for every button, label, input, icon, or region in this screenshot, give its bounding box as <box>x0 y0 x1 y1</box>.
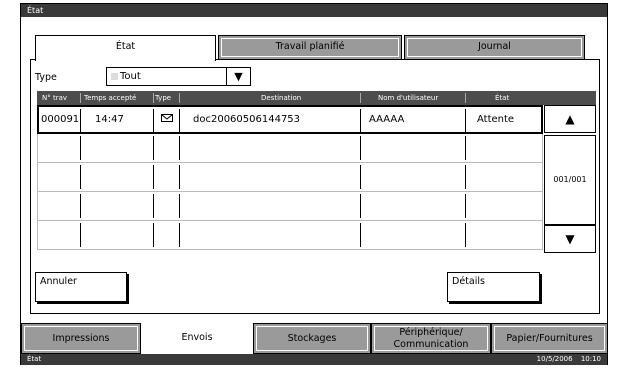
table-row[interactable] <box>37 192 543 221</box>
tab-etat[interactable]: État <box>35 35 216 61</box>
type-swatch-icon <box>111 73 118 80</box>
job-status-content: Type Tout ▼ N° trav Temps accepté Type D… <box>30 59 600 314</box>
status-panel: État État Travail planifié Journal Type … <box>20 3 608 365</box>
window-title: État <box>21 4 607 17</box>
col-header-destination: Destination <box>261 94 302 102</box>
tab-papier-fournitures[interactable]: Papier/Fournitures <box>491 323 608 354</box>
job-list: 000091 14:47 doc20060506144753 AAAAA Att… <box>37 105 543 253</box>
tab-label: Stockages <box>287 333 337 344</box>
type-filter-value: Tout <box>120 71 141 82</box>
cell-status: Attente <box>477 114 515 125</box>
details-button[interactable]: Détails <box>447 272 540 302</box>
tab-label: Périphérique/ Communication <box>393 327 469 350</box>
table-row[interactable] <box>37 134 543 163</box>
tab-label: Travail planifié <box>275 41 345 52</box>
table-row[interactable] <box>37 221 543 250</box>
tab-label: Envois <box>181 332 213 343</box>
triangle-up-icon: ▲ <box>565 112 575 126</box>
cell-destination: doc20060506144753 <box>193 114 301 125</box>
dropdown-arrow-icon[interactable]: ▼ <box>226 68 250 85</box>
tab-impressions[interactable]: Impressions <box>21 323 141 354</box>
col-header-type: Type <box>155 94 172 102</box>
details-button-label: Détails <box>452 276 485 287</box>
tab-peripherique-communication[interactable]: Périphérique/ Communication <box>371 323 491 354</box>
table-row[interactable]: 000091 14:47 doc20060506144753 AAAAA Att… <box>37 105 543 134</box>
date-time: 10/5/2006 10:10 <box>537 355 601 363</box>
tab-stockages[interactable]: Stockages <box>253 323 371 354</box>
table-header: N° trav Temps accepté Type Destination N… <box>37 91 596 105</box>
col-header-user: Nom d'utilisateur <box>378 94 439 102</box>
envelope-icon <box>161 113 173 126</box>
tab-label: Papier/Fournitures <box>506 333 593 344</box>
status-date: 10/5/2006 <box>536 355 573 363</box>
status-bar-label: État <box>27 355 42 363</box>
status-bar: État 10/5/2006 10:10 <box>21 354 607 365</box>
scroll-up-button[interactable]: ▲ <box>544 105 596 133</box>
type-filter-label: Type <box>35 72 57 83</box>
cancel-button[interactable]: Annuler <box>35 272 127 302</box>
page-counter: 001/001 <box>544 135 596 225</box>
col-header-time: Temps accepté <box>84 94 137 102</box>
table-row[interactable] <box>37 163 543 192</box>
col-header-status: État <box>495 94 510 102</box>
scroll-down-button[interactable]: ▼ <box>544 225 596 253</box>
list-scroller: ▲ 001/001 ▼ <box>544 105 596 253</box>
cell-time: 14:47 <box>95 114 124 125</box>
tab-journal[interactable]: Journal <box>404 35 585 59</box>
type-filter-select[interactable]: Tout ▼ <box>106 67 251 86</box>
cancel-button-label: Annuler <box>40 276 77 287</box>
tab-label: Impressions <box>52 333 110 344</box>
tab-envois[interactable]: Envois <box>141 323 253 354</box>
tab-label: État <box>115 41 136 52</box>
cell-job-no: 000091 <box>41 114 80 125</box>
status-time: 10:10 <box>580 355 601 363</box>
tab-label: Journal <box>478 41 511 52</box>
col-header-job-no: N° trav <box>42 94 68 102</box>
triangle-down-icon: ▼ <box>565 232 575 246</box>
tab-travail-planifie[interactable]: Travail planifié <box>218 35 402 59</box>
cell-user: AAAAA <box>369 114 405 125</box>
